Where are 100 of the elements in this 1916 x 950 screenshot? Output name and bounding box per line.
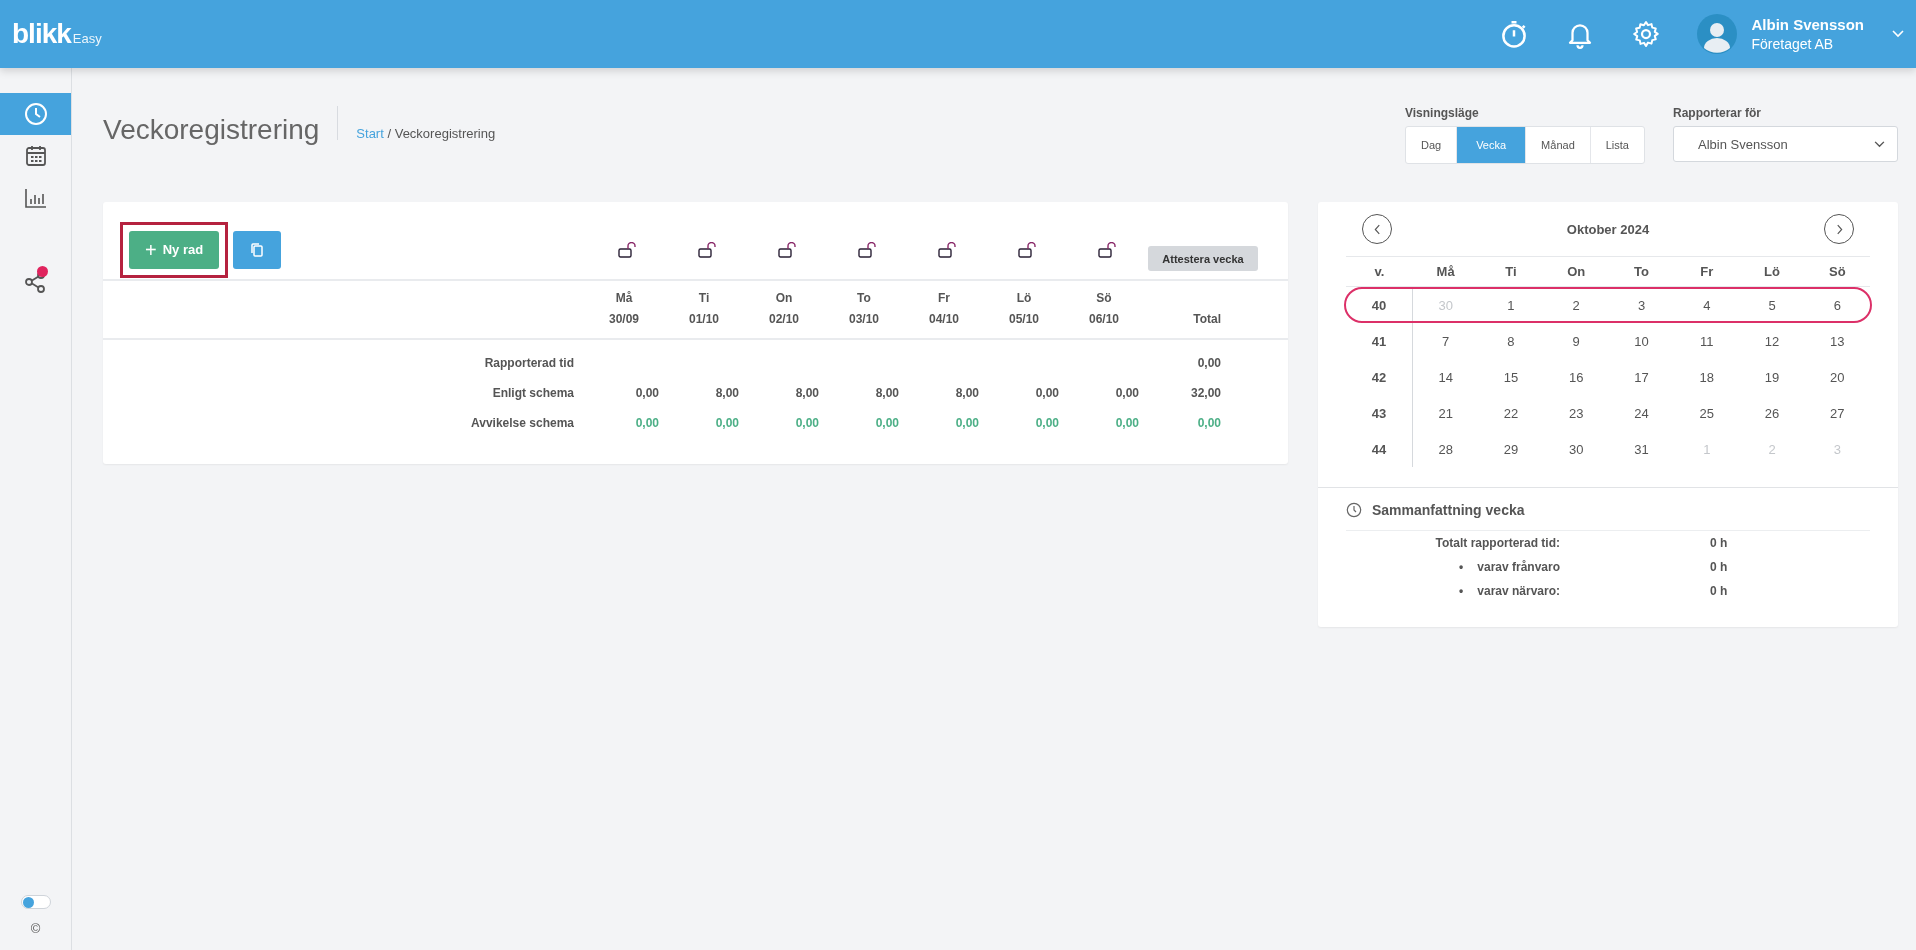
day-header: Må 30/09 — [608, 291, 640, 326]
open-padlock-icon[interactable] — [1098, 241, 1118, 258]
calendar-day[interactable]: 20 — [1804, 369, 1870, 385]
calendar-day[interactable]: 13 — [1804, 333, 1870, 349]
calendar-day[interactable]: 31 — [1608, 441, 1675, 457]
next-month-button[interactable] — [1824, 214, 1854, 244]
settings-icon[interactable] — [1631, 19, 1662, 49]
summary-label: varav närvaro: — [1477, 583, 1560, 600]
breadcrumb-current: Veckoregistrering — [394, 126, 496, 141]
week-number[interactable]: 40 — [1346, 289, 1413, 321]
calendar-day[interactable]: 8 — [1478, 333, 1544, 349]
open-padlock-icon[interactable] — [698, 241, 718, 258]
table-cell-text: 0,00 — [634, 385, 659, 402]
calendar-day[interactable]: 24 — [1608, 405, 1675, 421]
avatar-icon[interactable] — [1697, 14, 1738, 54]
field-label: Visningsläge — [1404, 106, 1480, 120]
calendar-day[interactable]: 12 — [1739, 333, 1805, 349]
table-cell-text: 8,00 — [954, 385, 979, 402]
day-header: To 03/10 — [848, 291, 880, 326]
day-header: Ti 01/10 — [688, 291, 720, 326]
weekday-header: Lö — [1763, 264, 1781, 279]
clock-icon — [1346, 502, 1362, 518]
calendar-day[interactable]: 29 — [1478, 441, 1544, 457]
selected-week-row[interactable]: 40 30 1 2 3 4 5 6 — [1344, 287, 1872, 323]
calendar-day[interactable]: 6 — [1804, 297, 1870, 313]
open-padlock-icon[interactable] — [938, 241, 958, 258]
open-padlock-icon[interactable] — [858, 241, 878, 258]
day-header: Sö 06/10 — [1088, 291, 1120, 326]
weekday-header: To — [1633, 264, 1650, 279]
calendar-day[interactable]: 2 — [1543, 297, 1609, 313]
clock-icon — [23, 102, 48, 126]
previous-month-button[interactable] — [1362, 214, 1392, 244]
chevron-down-icon[interactable] — [1892, 30, 1904, 38]
calendar-day[interactable]: 30 — [1543, 441, 1609, 457]
week-number[interactable]: 42 — [1346, 359, 1413, 395]
bullet-mark: • — [1459, 583, 1464, 600]
summary-value: 0 h — [1710, 535, 1729, 552]
calendar-day[interactable]: 5 — [1739, 297, 1805, 313]
view-mode-tab[interactable]: Dag — [1405, 127, 1457, 163]
calendar-day[interactable]: 10 — [1608, 333, 1675, 349]
calendar-day[interactable]: 26 — [1739, 405, 1805, 421]
week-number[interactable]: 43 — [1346, 395, 1413, 431]
section-title: Sammanfattning vecka — [1372, 502, 1525, 518]
total-cell-text: 0,00 — [1196, 355, 1221, 372]
copy-button[interactable] — [233, 230, 282, 269]
day-header: Fr 04/10 — [928, 291, 960, 326]
user-select[interactable]: Albin Svensson — [1673, 126, 1898, 162]
calendar-day[interactable]: 28 — [1413, 441, 1479, 457]
calendar-day[interactable]: 11 — [1674, 333, 1740, 349]
table-cell-text: 8,00 — [874, 385, 899, 402]
calendar-day[interactable]: 19 — [1739, 369, 1805, 385]
calendar-day[interactable]: 18 — [1674, 369, 1740, 385]
approve-week-button[interactable]: Attestera vecka — [1148, 246, 1258, 271]
summary-label: varav frånvaro — [1477, 559, 1560, 576]
row-label: Rapporterad tid — [483, 355, 575, 372]
page-title: Veckoregistrering — [103, 113, 320, 146]
calendar-day[interactable]: 23 — [1543, 405, 1609, 421]
logo-suffix: Easy — [72, 31, 102, 46]
calendar-day[interactable]: 21 — [1413, 405, 1479, 421]
calendar-day[interactable]: 4 — [1674, 297, 1740, 313]
chevron-right-icon — [1835, 223, 1843, 235]
row-label: Avvikelse schema — [470, 415, 575, 432]
calendar-day[interactable]: 3 — [1608, 297, 1675, 313]
weekday-header: Sö — [1828, 264, 1847, 279]
field-label: Rapporterar för — [1673, 106, 1762, 120]
open-padlock-icon[interactable] — [618, 241, 638, 258]
calendar-day[interactable]: 15 — [1478, 369, 1544, 385]
row-label: Enligt schema — [491, 385, 575, 402]
week-number[interactable]: 44 — [1346, 431, 1413, 467]
weekday-header: Fr — [1699, 264, 1715, 279]
week-number[interactable]: 41 — [1346, 323, 1413, 359]
toggle-switch[interactable] — [20, 895, 51, 909]
day-header: Lö 05/10 — [1008, 291, 1040, 326]
calendar-day[interactable]: 9 — [1543, 333, 1609, 349]
day-header: On 02/10 — [768, 291, 800, 326]
calendar-day[interactable]: 17 — [1608, 369, 1675, 385]
table-cell-text: 0,00 — [954, 415, 979, 432]
calendar-day[interactable]: 1 — [1478, 297, 1544, 313]
calendar-icon — [23, 144, 48, 168]
view-mode-tab[interactable]: Månad — [1525, 127, 1590, 163]
calendar-day[interactable]: 22 — [1478, 405, 1544, 421]
table-cell-text: 0,00 — [714, 415, 739, 432]
summary-value: 0 h — [1710, 583, 1729, 600]
weekday-header: Ti — [1504, 264, 1518, 279]
calendar-day[interactable]: 7 — [1413, 333, 1479, 349]
calendar-day[interactable]: 27 — [1804, 405, 1870, 421]
calendar-day[interactable]: 14 — [1413, 369, 1479, 385]
open-padlock-icon[interactable] — [778, 241, 798, 258]
copyright-symbol[interactable]: © — [0, 921, 71, 936]
table-cell-text: 0,00 — [1114, 385, 1139, 402]
calendar-day[interactable]: 25 — [1674, 405, 1740, 421]
view-mode-tab[interactable]: Lista — [1589, 127, 1644, 163]
table-cell-text: 0,00 — [794, 415, 819, 432]
open-padlock-icon[interactable] — [1018, 241, 1038, 258]
table-cell-text: 0,00 — [1114, 415, 1139, 432]
summary-label: Totalt rapporterad tid: — [1435, 535, 1560, 552]
chevron-down-icon — [1874, 140, 1885, 148]
summary-value: 0 h — [1710, 559, 1729, 576]
table-cell-text: 0,00 — [874, 415, 899, 432]
calendar-day[interactable]: 16 — [1543, 369, 1609, 385]
